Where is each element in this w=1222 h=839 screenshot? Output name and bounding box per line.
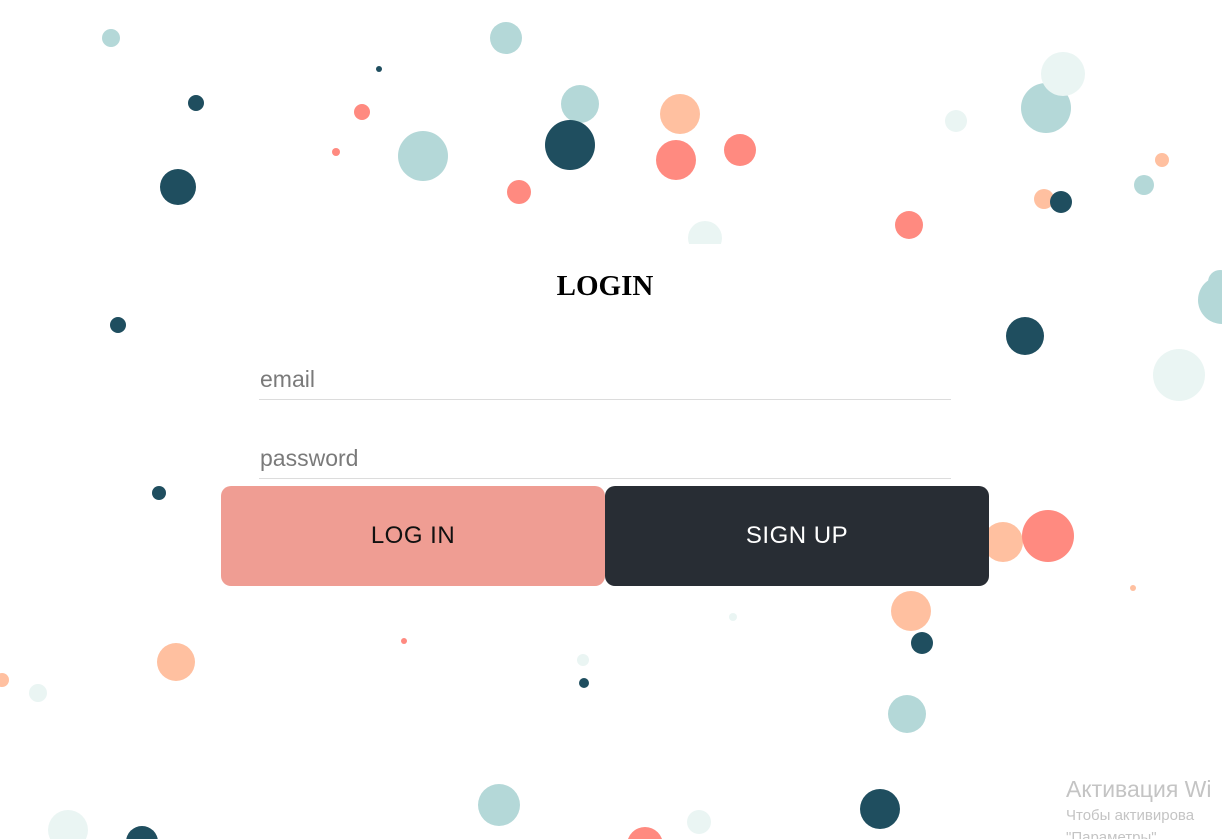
decorative-bubble: [1050, 191, 1072, 213]
decorative-bubble: [729, 613, 737, 621]
decorative-bubble: [545, 120, 595, 170]
decorative-bubble: [1006, 317, 1044, 355]
watermark-line: "Параметры".: [1066, 829, 1161, 839]
decorative-bubble: [579, 678, 589, 688]
decorative-bubble: [660, 94, 700, 134]
decorative-bubble: [332, 148, 340, 156]
decorative-bubble: [1153, 349, 1205, 401]
decorative-bubble: [911, 632, 933, 654]
decorative-bubble: [102, 29, 120, 47]
decorative-bubble: [577, 654, 589, 666]
decorative-bubble: [888, 695, 926, 733]
decorative-bubble: [401, 638, 407, 644]
email-field[interactable]: [259, 360, 951, 400]
decorative-bubble: [891, 591, 931, 631]
decorative-bubble: [157, 643, 195, 681]
password-field[interactable]: [259, 439, 951, 479]
signup-button[interactable]: SIGN UP: [605, 486, 989, 586]
decorative-bubble: [490, 22, 522, 54]
decorative-bubble: [0, 673, 9, 687]
watermark-line: Чтобы активирова: [1066, 807, 1195, 824]
decorative-bubble: [188, 95, 204, 111]
decorative-bubble: [48, 810, 88, 839]
decorative-bubble: [628, 827, 662, 839]
decorative-bubble: [561, 85, 599, 123]
login-button[interactable]: LOG IN: [221, 486, 605, 586]
decorative-bubble: [1130, 585, 1136, 591]
decorative-bubble: [507, 180, 531, 204]
decorative-bubble: [354, 104, 370, 120]
decorative-bubble: [656, 140, 696, 180]
decorative-bubble: [1198, 276, 1222, 324]
decorative-bubble: [152, 486, 166, 500]
decorative-bubble: [126, 826, 158, 839]
decorative-bubble: [1022, 510, 1074, 562]
decorative-bubble: [376, 66, 382, 72]
decorative-bubble: [687, 810, 711, 834]
decorative-bubble: [724, 134, 756, 166]
decorative-bubble: [1041, 52, 1085, 96]
login-card: LOGIN LOG IN SIGN UP: [221, 244, 989, 586]
decorative-bubble: [895, 211, 923, 239]
decorative-bubble: [398, 131, 448, 181]
page-title: LOGIN: [556, 270, 654, 302]
decorative-bubble: [1155, 153, 1169, 167]
decorative-bubble: [478, 784, 520, 826]
decorative-bubble: [945, 110, 967, 132]
decorative-bubble: [983, 522, 1023, 562]
windows-activation-watermark: Активация Wi Чтобы активирова "Параметры…: [1066, 773, 1211, 839]
watermark-title: Активация Wi: [1066, 776, 1212, 802]
decorative-bubble: [1134, 175, 1154, 195]
decorative-bubble: [29, 684, 47, 702]
decorative-bubble: [110, 317, 126, 333]
decorative-bubble: [160, 169, 196, 205]
decorative-bubble: [860, 789, 900, 829]
